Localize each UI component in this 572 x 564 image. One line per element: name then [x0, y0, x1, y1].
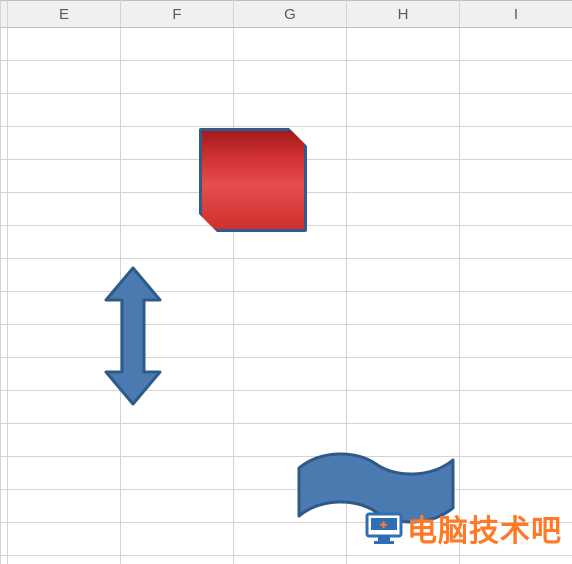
svg-text:✚: ✚	[380, 520, 389, 530]
table-row[interactable]	[1, 259, 572, 292]
watermark: ✚ 电脑技术吧	[365, 506, 562, 550]
watermark-text: 电脑技术吧	[407, 506, 562, 550]
column-header-E[interactable]: E	[8, 1, 121, 28]
shape-snip-rectangle[interactable]	[199, 128, 307, 232]
monitor-icon: ✚	[365, 512, 403, 544]
column-header-G[interactable]: G	[234, 1, 347, 28]
table-row[interactable]	[1, 325, 572, 358]
table-row[interactable]	[1, 424, 572, 457]
table-row[interactable]	[1, 556, 572, 564]
table-row[interactable]	[1, 292, 572, 325]
column-header-I[interactable]: I	[460, 1, 572, 28]
spreadsheet-grid[interactable]: E F G H I	[0, 0, 572, 564]
table-row[interactable]	[1, 28, 572, 61]
shape-up-down-arrow[interactable]	[100, 266, 166, 406]
column-header-F[interactable]: F	[121, 1, 234, 28]
column-header-partial[interactable]	[1, 1, 8, 28]
column-header-row: E F G H I	[1, 1, 572, 28]
table-row[interactable]	[1, 391, 572, 424]
table-row[interactable]	[1, 94, 572, 127]
table-row[interactable]	[1, 61, 572, 94]
table-row[interactable]	[1, 358, 572, 391]
column-header-H[interactable]: H	[347, 1, 460, 28]
table-row[interactable]	[1, 457, 572, 490]
